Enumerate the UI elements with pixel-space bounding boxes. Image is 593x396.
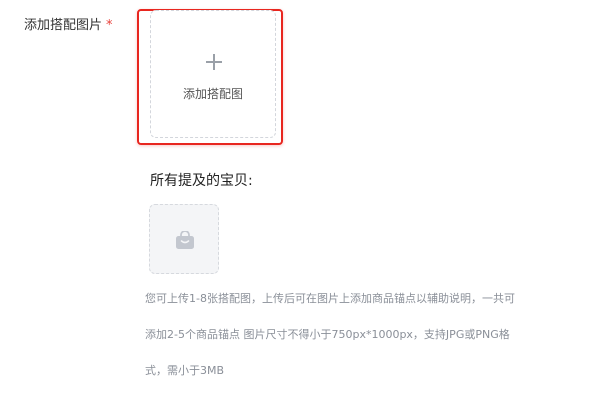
hint-line-3: 式，需小于3MB <box>145 364 225 377</box>
plus-icon <box>206 54 222 70</box>
upload-label: 添加搭配图 <box>182 87 243 101</box>
field-label: 添加搭配图片 * <box>24 14 113 33</box>
upload-image-button[interactable]: 添加搭配图 <box>150 10 276 138</box>
product-thumbnail[interactable] <box>149 204 219 274</box>
required-mark: * <box>106 18 113 33</box>
field-label-text: 添加搭配图片 <box>24 18 103 33</box>
hint-line-2: 添加2-5个商品锚点 图片尺寸不得小于750px*1000px，支持JPG或PN… <box>145 328 510 341</box>
hint-line-1: 您可上传1-8张搭配图，上传后可在图片上添加商品锚点以辅助说明，一共可 <box>145 292 515 305</box>
shopping-bag-icon <box>176 231 194 249</box>
products-heading: 所有提及的宝贝: <box>150 173 253 189</box>
